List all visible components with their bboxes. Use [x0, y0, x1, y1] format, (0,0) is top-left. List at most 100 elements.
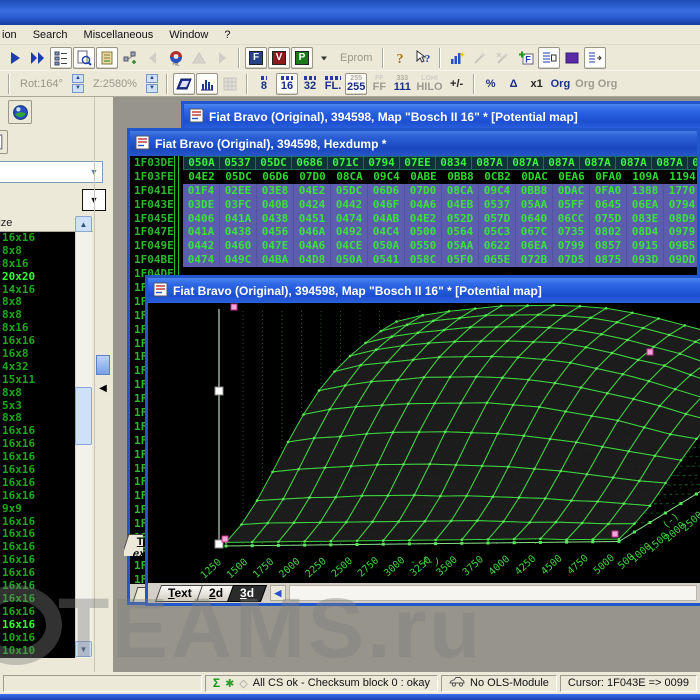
scripts-button[interactable] — [96, 47, 118, 69]
hex-cell[interactable]: 072B — [516, 253, 553, 267]
version-v-button[interactable]: V — [268, 47, 290, 69]
scroll-down-button[interactable]: ▼ — [75, 641, 92, 657]
list-item[interactable]: 16x16 — [0, 232, 75, 245]
hex-cell[interactable]: 0794 — [363, 156, 400, 170]
list-scrollbar-track[interactable] — [75, 232, 92, 658]
hex-cell[interactable]: 09DD — [664, 253, 697, 267]
hex-cell[interactable]: 093D — [627, 253, 664, 267]
hex-cell[interactable]: 047E — [257, 239, 294, 253]
list-item[interactable]: 20x20 — [0, 271, 75, 284]
scroll-up-button[interactable]: ▲ — [75, 216, 92, 232]
menu-window[interactable]: Window — [161, 26, 216, 44]
hex-cell[interactable]: 07D5 — [553, 253, 590, 267]
app-title-bar[interactable] — [0, 0, 700, 25]
spin-down-icon[interactable]: ▼ — [72, 84, 84, 93]
hex-cell[interactable]: 04C4 — [368, 225, 405, 239]
hex-cell[interactable]: 0BB8 — [516, 184, 553, 198]
hex-cell[interactable]: 04A6 — [294, 239, 331, 253]
dec-255-button[interactable]: 255255 — [345, 73, 367, 95]
selection-button[interactable] — [561, 47, 583, 69]
hex-cell[interactable]: 052D — [442, 212, 479, 226]
sign-button[interactable]: +/- — [446, 73, 468, 95]
hex-cell[interactable]: 0500 — [405, 225, 442, 239]
menu-ion[interactable]: ion — [0, 26, 25, 44]
hex-cell[interactable]: 04AB — [368, 212, 405, 226]
hex-cell[interactable]: 067C — [516, 225, 553, 239]
list-item[interactable]: 16x16 — [0, 490, 75, 503]
hex-cell[interactable]: 0ABE — [405, 170, 442, 184]
hex-cell[interactable]: 0442 — [183, 239, 220, 253]
hex-cell[interactable]: 05DC — [255, 156, 292, 170]
hex-cell[interactable]: 050A — [368, 239, 405, 253]
list-insert-button[interactable] — [538, 47, 560, 69]
list-item[interactable]: 8x8 — [0, 387, 75, 400]
hex-cell[interactable]: 04EB — [442, 198, 479, 212]
spin-up-icon[interactable]: ▲ — [72, 74, 84, 83]
hex-cell[interactable]: 06D6 — [368, 184, 405, 198]
delta-button[interactable]: Δ — [503, 73, 525, 95]
flash-f-button[interactable]: F — [245, 47, 267, 69]
x1-button[interactable]: x1 — [526, 73, 548, 95]
hex-cell[interactable]: 0645 — [590, 198, 627, 212]
fast-forward-button[interactable] — [27, 47, 49, 69]
hex-cell[interactable]: 0406 — [183, 212, 220, 226]
hex-cell[interactable]: 050A — [331, 253, 368, 267]
hex-row[interactable]: 1F043E03DE03FC040B04240442046F04A604EB05… — [130, 198, 697, 212]
hex-cell[interactable]: 0474 — [331, 212, 368, 226]
hex-cell[interactable]: 1388 — [627, 184, 664, 198]
list-item[interactable]: 8x16 — [0, 258, 75, 271]
hex-cell[interactable]: 0BB8 — [442, 170, 479, 184]
hex-cell[interactable]: 087A — [579, 156, 616, 170]
rotation-spinner[interactable]: ▲▼ — [72, 74, 84, 93]
hex-cell[interactable]: 0640 — [516, 212, 553, 226]
hex-cell[interactable]: 09C4 — [368, 170, 405, 184]
preview-button[interactable] — [73, 47, 95, 69]
hex-cell[interactable]: 0424 — [294, 198, 331, 212]
hscroll-track[interactable] — [289, 585, 697, 601]
hex-cell[interactable]: 08D4 — [627, 225, 664, 239]
hex-cell[interactable]: 04CE — [331, 239, 368, 253]
hex-cell[interactable]: 041A — [220, 212, 257, 226]
hex-cell[interactable]: 05FF — [553, 198, 590, 212]
hex-cell[interactable]: 06EA — [627, 198, 664, 212]
hex-cell[interactable]: 057D — [479, 212, 516, 226]
width-32-button[interactable]: 32 — [299, 73, 321, 95]
hex-cell[interactable]: 1194 — [664, 170, 697, 184]
hex-cell[interactable]: 05C3 — [479, 225, 516, 239]
list-item[interactable]: 16x16 — [0, 619, 75, 632]
hex-cell[interactable]: 087A — [471, 156, 508, 170]
list-item[interactable]: 16x16 — [0, 593, 75, 606]
hex-cell[interactable]: 0537 — [479, 198, 516, 212]
list-item[interactable]: 8x8 — [0, 245, 75, 258]
hex-cell[interactable]: 09C4 — [479, 184, 516, 198]
p-dropdown-button[interactable] — [314, 47, 334, 69]
hex-cell[interactable]: 087A — [543, 156, 580, 170]
project-p-button[interactable]: P — [291, 47, 313, 69]
hex-cell[interactable]: 05AA — [516, 198, 553, 212]
hil-button[interactable]: HIL — [165, 47, 187, 69]
hex-cell[interactable]: 08CA — [331, 170, 368, 184]
view-2d-button[interactable] — [173, 73, 195, 95]
hex-cell[interactable]: 0564 — [442, 225, 479, 239]
hex-cell[interactable]: 0802 — [590, 225, 627, 239]
hex-cell[interactable]: 0460 — [220, 239, 257, 253]
list-item[interactable]: 16x16 — [0, 580, 75, 593]
hex-row[interactable]: 1F049E04420460047E04A604CE050A055005AA06… — [130, 239, 697, 253]
width-float-button[interactable]: FL. — [322, 73, 344, 95]
list-item[interactable]: 16x8 — [0, 348, 75, 361]
hex-cell[interactable]: 03DE — [183, 198, 220, 212]
connect-button[interactable] — [119, 47, 141, 69]
play-button[interactable] — [4, 47, 26, 69]
hex-cell[interactable]: 0541 — [368, 253, 405, 267]
hex-cell[interactable]: 075D — [590, 212, 627, 226]
hex-cell[interactable]: 041A — [183, 225, 220, 239]
hex-cell[interactable]: 0875 — [590, 253, 627, 267]
hex-cell[interactable]: 05DC — [220, 170, 257, 184]
hex-cell[interactable]: 0537 — [219, 156, 256, 170]
window-title-bar[interactable]: Fiat Bravo (Original), 394598, Hexdump * — [130, 131, 697, 156]
hex-row[interactable]: 1F045E0406041A04380451047404AB04E2052D05… — [130, 212, 697, 226]
map-3d-plot[interactable]: 1250150017502000225025002750300032503500… — [148, 303, 700, 583]
hex-cell[interactable]: 1770 — [664, 184, 697, 198]
hex-cell[interactable]: 083E — [627, 212, 664, 226]
list-append-button[interactable] — [584, 47, 606, 69]
